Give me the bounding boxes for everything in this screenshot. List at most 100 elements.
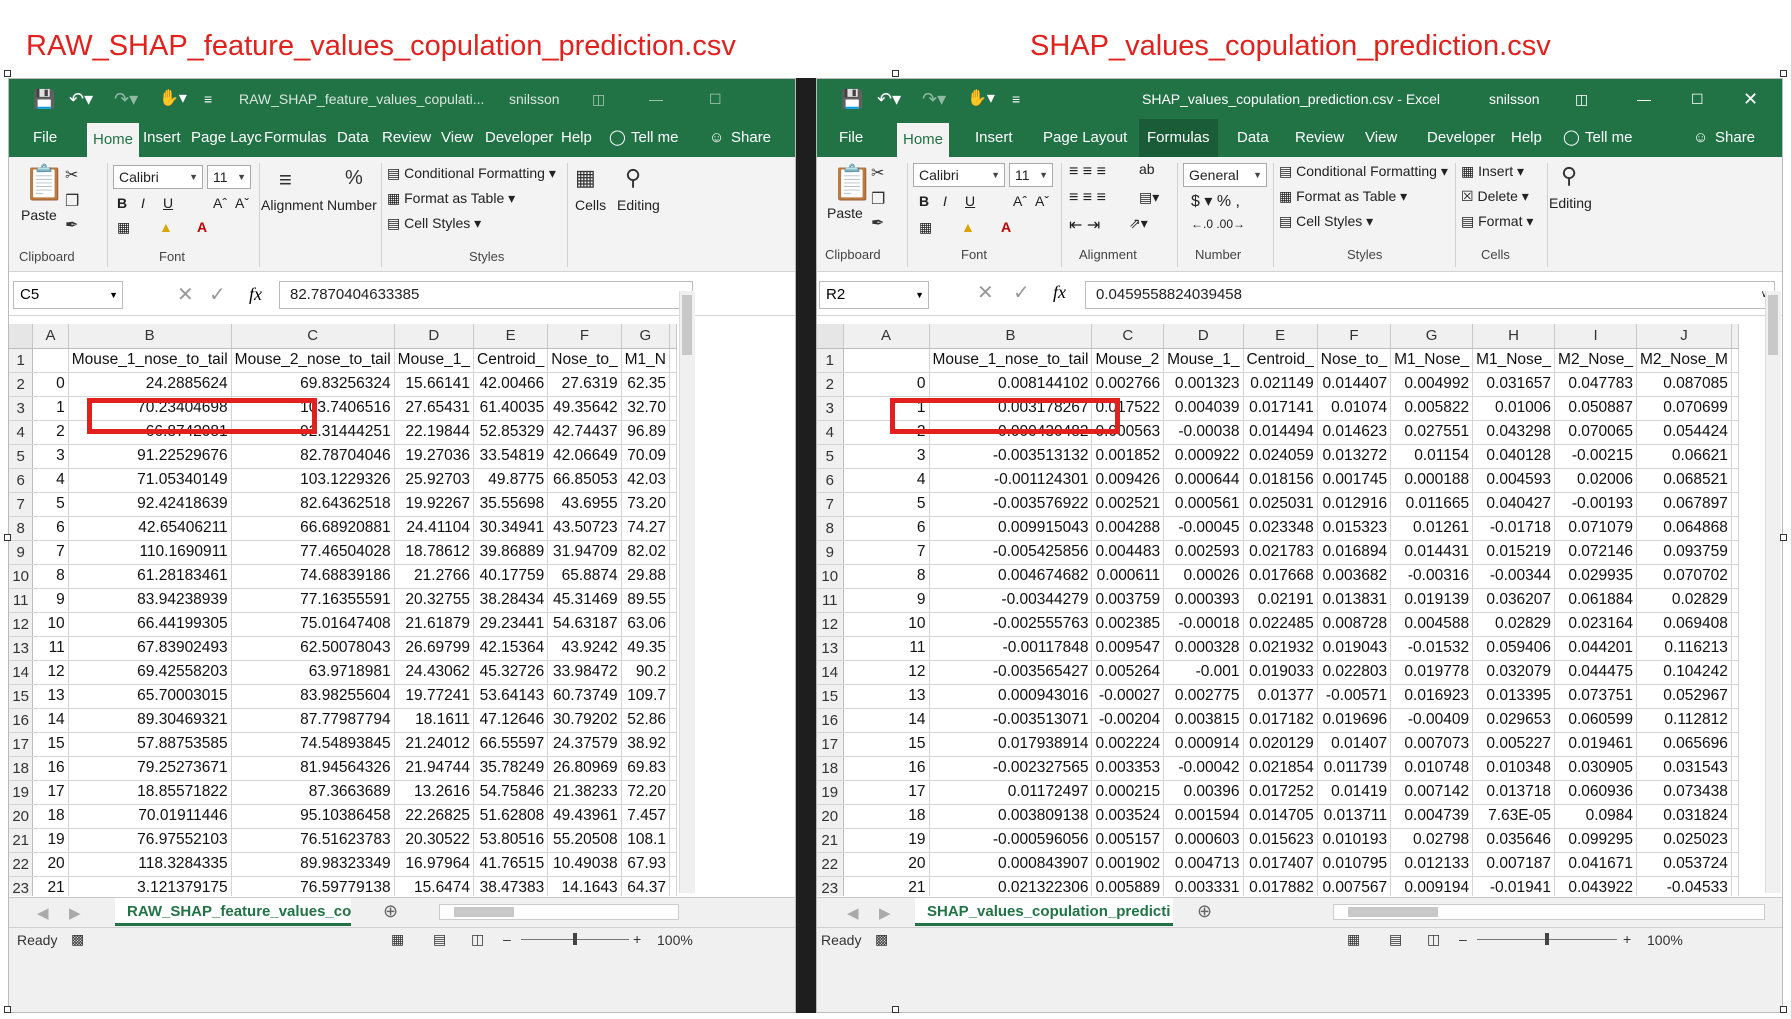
tab-insert[interactable]: Insert — [143, 119, 181, 157]
row-header[interactable]: 1 — [817, 348, 844, 373]
table-cell[interactable]: 0.065696 — [1636, 732, 1732, 757]
table-cell[interactable]: 54.63187 — [547, 612, 622, 637]
table-cell[interactable]: 74.68839186 — [231, 564, 395, 589]
table-cell[interactable]: 0.011665 — [1390, 492, 1474, 517]
table-cell[interactable]: 0.06621 — [1636, 444, 1732, 469]
macro-record-icon[interactable]: ▩ — [875, 931, 888, 948]
add-sheet-icon[interactable]: ⊕ — [1197, 901, 1212, 922]
table-cell[interactable]: 10.49038 — [547, 852, 622, 877]
insert-function-icon[interactable]: fx — [1053, 282, 1066, 303]
table-cell[interactable]: 0.040427 — [1472, 492, 1556, 517]
table-cell[interactable]: 35.78249 — [473, 756, 549, 781]
table-cell[interactable]: -0.00316 — [1390, 564, 1474, 589]
table-cell[interactable]: -0.00042 — [1163, 756, 1244, 781]
table-cell[interactable]: -0.00571 — [1317, 684, 1392, 709]
normal-view-icon[interactable]: ▦ — [391, 931, 404, 948]
column-header[interactable]: A — [843, 324, 930, 349]
table-cell[interactable]: 0.031824 — [1636, 804, 1732, 829]
row-header[interactable]: 21 — [9, 828, 34, 853]
table-cell[interactable]: 0.001852 — [1091, 444, 1165, 469]
table-cell[interactable]: 29.88 — [621, 564, 671, 589]
zoom-slider[interactable] — [1477, 933, 1617, 945]
share-button[interactable]: Share — [731, 119, 771, 157]
row-header[interactable]: 1 — [9, 348, 34, 373]
table-cell[interactable]: 3.121379175 — [68, 876, 232, 896]
italic-icon[interactable]: I — [141, 195, 145, 211]
tab-review[interactable]: Review — [382, 119, 431, 157]
table-cell[interactable]: 0.012916 — [1317, 492, 1392, 517]
table-cell[interactable]: 0.003524 — [1091, 804, 1165, 829]
table-cell[interactable]: 9 — [843, 588, 930, 613]
table-cell[interactable]: 0.01261 — [1390, 516, 1474, 541]
row-header[interactable]: 12 — [817, 612, 844, 637]
table-cell[interactable]: 66.55597 — [473, 732, 549, 757]
table-cell[interactable] — [1731, 444, 1739, 469]
table-cell[interactable]: -0.01941 — [1472, 876, 1556, 896]
cut-icon[interactable]: ✂ — [871, 163, 884, 183]
table-cell[interactable]: 0.014623 — [1317, 420, 1392, 445]
table-cell[interactable]: 0.02829 — [1636, 588, 1732, 613]
table-cell[interactable]: 40.17759 — [473, 564, 549, 589]
table-cell[interactable]: 0.000328 — [1163, 636, 1244, 661]
enter-icon[interactable]: ✓ — [1013, 280, 1030, 305]
table-cell[interactable] — [669, 828, 677, 853]
table-cell[interactable]: 0.004674682 — [929, 564, 1093, 589]
font-color-icon[interactable]: A — [1001, 219, 1011, 235]
table-cell[interactable]: 0.002385 — [1091, 612, 1165, 637]
table-cell[interactable] — [1731, 876, 1739, 896]
table-cell[interactable]: Centroid_ — [473, 348, 549, 373]
table-cell[interactable]: 45.31469 — [547, 588, 622, 613]
row-header[interactable]: 7 — [817, 492, 844, 517]
table-cell[interactable]: 70.09 — [621, 444, 671, 469]
table-cell[interactable] — [1731, 348, 1739, 373]
table-cell[interactable]: 0.019033 — [1243, 660, 1318, 685]
table-cell[interactable]: 0.070699 — [1636, 396, 1732, 421]
table-cell[interactable] — [1731, 732, 1739, 757]
vertical-scrollbar[interactable] — [1765, 291, 1781, 893]
table-cell[interactable]: 18 — [843, 804, 930, 829]
table-cell[interactable]: 0.059406 — [1472, 636, 1556, 661]
table-cell[interactable]: 0.000561 — [1163, 492, 1244, 517]
table-cell[interactable]: -0.00117848 — [929, 636, 1093, 661]
table-cell[interactable]: 0.023348 — [1243, 516, 1318, 541]
row-header[interactable]: 7 — [9, 492, 34, 517]
table-cell[interactable] — [669, 564, 677, 589]
table-cell[interactable]: 69.83 — [621, 756, 671, 781]
table-cell[interactable]: 24.37579 — [547, 732, 622, 757]
format-as-table-button[interactable]: ▦ Format as Table ▾ — [387, 190, 515, 207]
table-cell[interactable] — [1731, 540, 1739, 565]
column-header[interactable]: E — [1243, 324, 1318, 349]
table-cell[interactable]: 32.70 — [621, 396, 671, 421]
table-cell[interactable]: -0.003565427 — [929, 660, 1093, 685]
row-header[interactable]: 17 — [9, 732, 34, 757]
format-painter-icon[interactable]: ✒ — [871, 213, 884, 233]
copy-icon[interactable]: ❐ — [65, 191, 79, 211]
ribbon-display-icon[interactable]: ◫ — [592, 79, 605, 119]
table-cell[interactable]: 83.98255604 — [231, 684, 395, 709]
table-cell[interactable]: 0.001594 — [1163, 804, 1244, 829]
row-header[interactable]: 18 — [817, 756, 844, 781]
table-cell[interactable] — [1731, 756, 1739, 781]
table-cell[interactable]: 0.025031 — [1243, 492, 1318, 517]
column-header[interactable]: C — [1091, 324, 1165, 349]
table-cell[interactable]: 0.072146 — [1554, 540, 1638, 565]
table-cell[interactable] — [1731, 372, 1739, 397]
table-cell[interactable]: 0.002521 — [1091, 492, 1165, 517]
row-header[interactable]: 5 — [9, 444, 34, 469]
underline-icon[interactable]: U — [965, 193, 975, 209]
table-cell[interactable]: -0.005425856 — [929, 540, 1093, 565]
table-cell[interactable]: 0.015323 — [1317, 516, 1392, 541]
row-header[interactable]: 16 — [9, 708, 34, 733]
table-cell[interactable]: 0.003815 — [1163, 708, 1244, 733]
table-cell[interactable]: 43.6955 — [547, 492, 622, 517]
row-header[interactable]: 3 — [9, 396, 34, 421]
table-cell[interactable]: 52.85329 — [473, 420, 549, 445]
percent-icon[interactable]: % — [345, 167, 363, 190]
search-icon[interactable]: ⚲ — [625, 165, 641, 191]
next-sheet-icon[interactable]: ▶ — [879, 904, 891, 922]
tab-developer[interactable]: Developer — [485, 119, 553, 157]
conditional-formatting-button[interactable]: ▤ Conditional Formatting ▾ — [387, 165, 556, 182]
table-cell[interactable]: 0.009426 — [1091, 468, 1165, 493]
table-cell[interactable]: 0.023164 — [1554, 612, 1638, 637]
table-cell[interactable]: -0.002555763 — [929, 612, 1093, 637]
